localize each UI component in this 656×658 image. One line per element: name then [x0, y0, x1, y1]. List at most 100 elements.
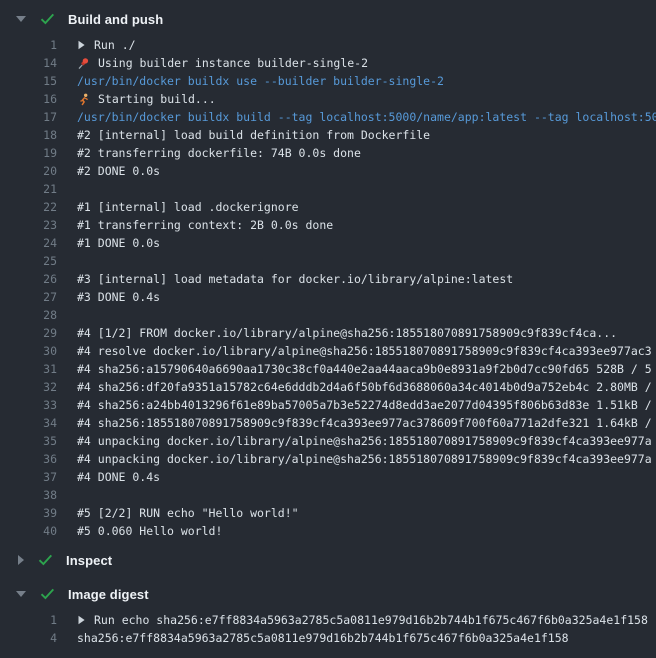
log-line: 18 #2 [internal] load build definition fr…: [0, 126, 656, 144]
log-line: 29 #4 [1/2] FROM docker.io/library/alpine…: [0, 324, 656, 342]
line-number[interactable]: 18: [0, 126, 57, 144]
line-text: #4 sha256:a15790640a6690aa1730c38cf0a440…: [77, 360, 652, 378]
line-number[interactable]: 20: [0, 162, 57, 180]
line-number[interactable]: 29: [0, 324, 57, 342]
line-number[interactable]: 36: [0, 450, 57, 468]
line-text: #3 DONE 0.4s: [77, 288, 160, 306]
log-line: 26 #3 [internal] load metadata for docker…: [0, 270, 656, 288]
line-number[interactable]: 23: [0, 216, 57, 234]
line-number[interactable]: 31: [0, 360, 57, 378]
log-line: 40 #5 0.060 Hello world!: [0, 522, 656, 540]
line-number[interactable]: 22: [0, 198, 57, 216]
line-number[interactable]: 39: [0, 504, 57, 522]
line-number[interactable]: 4: [0, 629, 57, 647]
log-line: 22 #1 [internal] load .dockerignore: [0, 198, 656, 216]
line-text: #2 DONE 0.0s: [77, 162, 160, 180]
section-header-inspect[interactable]: Inspect: [0, 549, 656, 571]
log-line: 36#4 unpacking docker.io/library/alpine@…: [0, 450, 656, 468]
log-line: 38: [0, 486, 656, 504]
line-text: #1 DONE 0.0s: [77, 234, 160, 252]
line-number[interactable]: 26: [0, 270, 57, 288]
log-lines-image-digest: 1 Run echo sha256:e7ff8834a5963a2785c5a08…: [0, 611, 656, 647]
log-line: 14 Using builder instance builder-single-…: [0, 54, 656, 72]
log-line: 17/usr/bin/docker buildx build --tag loc…: [0, 108, 656, 126]
log-line: 15/usr/bin/docker buildx use --builder b…: [0, 72, 656, 90]
pushpin-icon: [77, 57, 92, 70]
play-icon[interactable]: [77, 615, 86, 625]
section-title[interactable]: Image digest: [68, 587, 149, 602]
line-number[interactable]: 30: [0, 342, 57, 360]
workflow-log: Build and push 1Run ./14Using builder in…: [0, 0, 656, 658]
line-number[interactable]: 1: [0, 36, 57, 54]
log-line: 20 #2 DONE 0.0s: [0, 162, 656, 180]
line-number[interactable]: 16: [0, 90, 57, 108]
line-number[interactable]: 19: [0, 144, 57, 162]
chevron-right-icon[interactable]: [18, 555, 24, 565]
log-line: 31 #4 sha256:a15790640a6690aa1730c38cf0a4…: [0, 360, 656, 378]
line-text: #4 sha256:185518070891758909c9f839cf4ca3…: [77, 414, 652, 432]
line-text: Using builder instance builder-single-2: [77, 54, 368, 72]
section-header-image-digest[interactable]: Image digest: [0, 583, 656, 605]
log-line: 32 #4 sha256:df20fa9351a15782c64e6dddb2d4…: [0, 378, 656, 396]
log-line: 33#4 sha256:a24bb4013296f61e89ba57005a7b…: [0, 396, 656, 414]
log-line: 34 #4 sha256:185518070891758909c9f839cf4c…: [0, 414, 656, 432]
log-line: 1Run ./: [0, 36, 656, 54]
log-line: 28: [0, 306, 656, 324]
line-text: #4 sha256:df20fa9351a15782c64e6dddb2d4a6…: [77, 378, 652, 396]
line-number[interactable]: 17: [0, 108, 57, 126]
runner-icon: [77, 93, 92, 106]
line-text: Starting build...: [77, 90, 216, 108]
line-text: #3 [internal] load metadata for docker.i…: [77, 270, 513, 288]
check-icon: [38, 554, 53, 566]
line-text: #5 [2/2] RUN echo "Hello world!": [77, 504, 299, 522]
line-number[interactable]: 28: [0, 306, 57, 324]
log-lines-build-and-push: 1Run ./14 Using builder instance builder-…: [0, 36, 656, 540]
line-number[interactable]: 14: [0, 54, 57, 72]
line-text: #1 [internal] load .dockerignore: [77, 198, 299, 216]
line-number[interactable]: 21: [0, 180, 57, 198]
line-text: #4 DONE 0.4s: [77, 468, 160, 486]
section-inspect: Inspect: [0, 549, 656, 571]
line-text: #4 unpacking docker.io/library/alpine@sh…: [77, 432, 652, 450]
line-text: #4 [1/2] FROM docker.io/library/alpine@s…: [77, 324, 617, 342]
line-number[interactable]: 38: [0, 486, 57, 504]
log-line: 37 #4 DONE 0.4s: [0, 468, 656, 486]
log-line: 21: [0, 180, 656, 198]
line-number[interactable]: 37: [0, 468, 57, 486]
section-title[interactable]: Inspect: [66, 553, 112, 568]
log-line: 19#2 transferring dockerfile: 74B 0.0s d…: [0, 144, 656, 162]
line-number[interactable]: 35: [0, 432, 57, 450]
log-line: 16 Starting build...: [0, 90, 656, 108]
section-header-build-and-push[interactable]: Build and push: [0, 8, 656, 30]
line-text: Run echo sha256:e7ff8834a5963a2785c5a081…: [77, 611, 648, 629]
log-line: 24 #1 DONE 0.0s: [0, 234, 656, 252]
line-text: #2 [internal] load build definition from…: [77, 126, 430, 144]
line-text: sha256:e7ff8834a5963a2785c5a0811e979d16b…: [77, 629, 569, 647]
line-number[interactable]: 34: [0, 414, 57, 432]
line-number[interactable]: 33: [0, 396, 57, 414]
chevron-down-icon[interactable]: [16, 591, 26, 597]
log-line: 30#4 resolve docker.io/library/alpine@sh…: [0, 342, 656, 360]
log-line: 25: [0, 252, 656, 270]
log-line: 23 #1 transferring context: 2B 0.0s done: [0, 216, 656, 234]
play-icon[interactable]: [77, 40, 86, 50]
section-title[interactable]: Build and push: [68, 12, 163, 27]
line-number[interactable]: 24: [0, 234, 57, 252]
section-image-digest: Image digest 1 Run echo sha256:e7ff8834a5…: [0, 583, 656, 647]
chevron-down-icon[interactable]: [16, 16, 26, 22]
section-build-and-push: Build and push 1Run ./14 Using builder in…: [0, 8, 656, 540]
log-line: 1 Run echo sha256:e7ff8834a5963a2785c5a08…: [0, 611, 656, 629]
line-text: /usr/bin/docker buildx use --builder bui…: [77, 72, 444, 90]
log-line: 4 sha256:e7ff8834a5963a2785c5a0811e979d16…: [0, 629, 656, 647]
line-number[interactable]: 40: [0, 522, 57, 540]
check-icon: [40, 588, 55, 600]
line-text: #5 0.060 Hello world!: [77, 522, 222, 540]
log-line: 27 #3 DONE 0.4s: [0, 288, 656, 306]
line-text: #1 transferring context: 2B 0.0s done: [77, 216, 333, 234]
line-text: /usr/bin/docker buildx build --tag local…: [77, 108, 656, 126]
line-number[interactable]: 15: [0, 72, 57, 90]
line-number[interactable]: 1: [0, 611, 57, 629]
line-number[interactable]: 27: [0, 288, 57, 306]
line-number[interactable]: 25: [0, 252, 57, 270]
line-number[interactable]: 32: [0, 378, 57, 396]
